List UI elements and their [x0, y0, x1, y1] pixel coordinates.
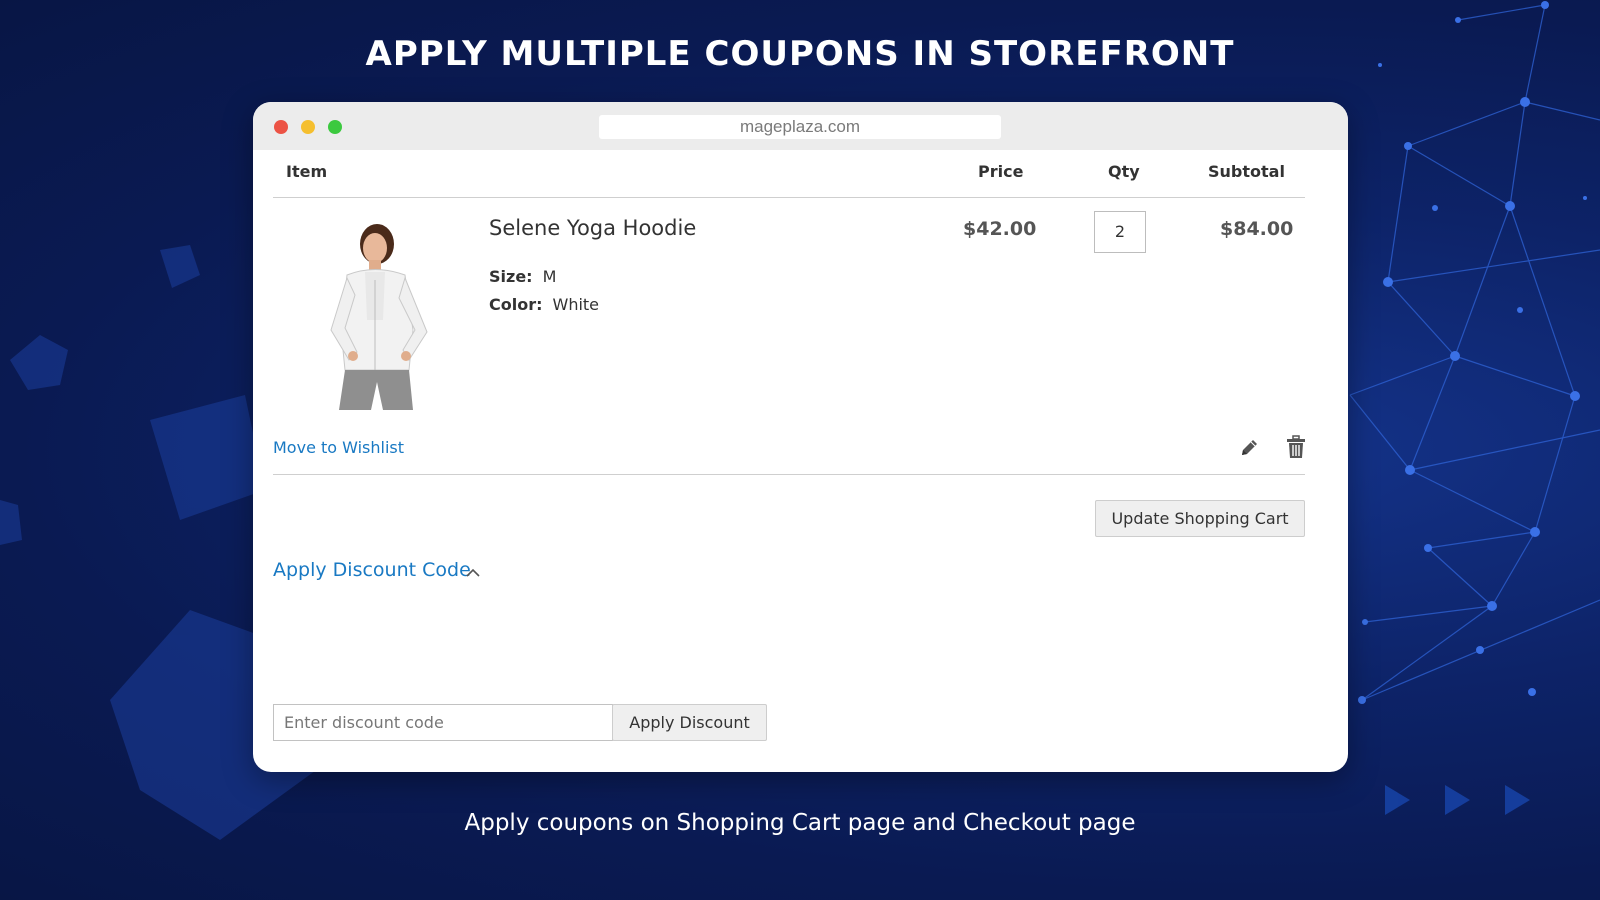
- column-header-item: Item: [286, 162, 328, 181]
- maximize-window-button[interactable]: [328, 120, 342, 134]
- option-label: Size:: [489, 267, 533, 286]
- trash-icon[interactable]: [1285, 435, 1307, 459]
- page-headline: APPLY MULTIPLE COUPONS IN STOREFRONT: [365, 34, 1235, 74]
- header-divider: [273, 197, 1305, 198]
- update-shopping-cart-button[interactable]: Update Shopping Cart: [1095, 500, 1305, 537]
- product-option-size: Size: M: [489, 267, 556, 286]
- close-window-button[interactable]: [274, 120, 288, 134]
- apply-discount-toggle[interactable]: Apply Discount Code: [273, 559, 471, 581]
- address-bar[interactable]: mageplaza.com: [599, 115, 1001, 139]
- discount-code-input[interactable]: [273, 704, 613, 741]
- browser-titlebar: mageplaza.com: [253, 102, 1348, 150]
- item-divider: [273, 474, 1305, 475]
- option-label: Color:: [489, 295, 543, 314]
- apply-discount-button[interactable]: Apply Discount: [612, 704, 767, 741]
- chevron-up-icon[interactable]: [465, 566, 481, 578]
- quantity-input[interactable]: 2: [1094, 211, 1146, 253]
- browser-window: mageplaza.com Item Price Qty Subtotal Se…: [253, 102, 1348, 772]
- item-price: $42.00: [963, 218, 1037, 240]
- product-name[interactable]: Selene Yoga Hoodie: [489, 216, 696, 240]
- column-header-price: Price: [978, 162, 1024, 181]
- option-value: White: [552, 295, 600, 314]
- item-subtotal: $84.00: [1220, 218, 1294, 240]
- product-photo-icon[interactable]: [309, 220, 439, 410]
- option-value: M: [542, 267, 557, 286]
- pencil-icon[interactable]: [1238, 437, 1260, 459]
- page-caption: Apply coupons on Shopping Cart page and …: [464, 810, 1136, 836]
- product-option-color: Color: White: [489, 295, 599, 314]
- minimize-window-button[interactable]: [301, 120, 315, 134]
- shopping-cart: Item Price Qty Subtotal Selene Yoga Hood…: [273, 150, 1305, 772]
- column-header-subtotal: Subtotal: [1208, 162, 1285, 181]
- column-header-qty: Qty: [1108, 162, 1140, 181]
- move-to-wishlist-link[interactable]: Move to Wishlist: [273, 438, 404, 457]
